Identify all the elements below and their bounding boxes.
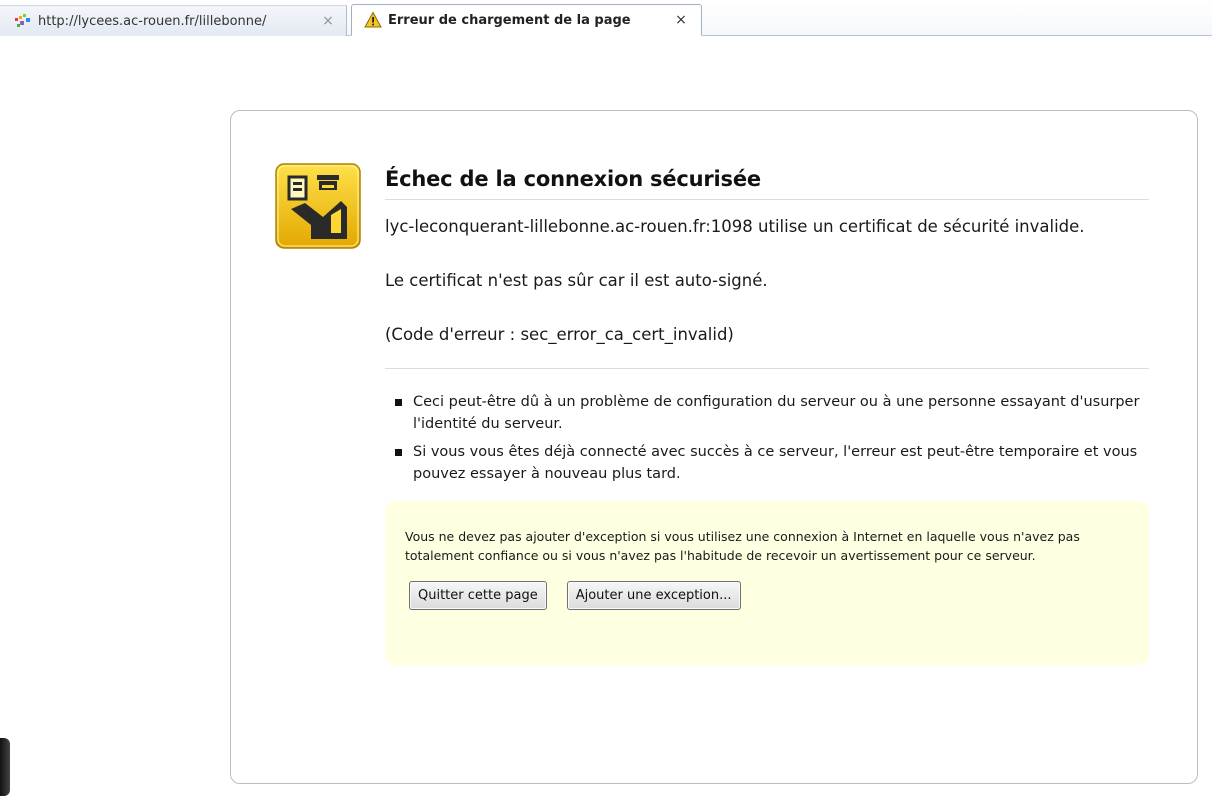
leave-page-button[interactable]: Quitter cette page bbox=[409, 581, 547, 610]
tab-close-icon[interactable]: × bbox=[673, 12, 689, 28]
tab-strip: http://lycees.ac-rouen.fr/lillebonne/ × … bbox=[0, 0, 1212, 36]
add-exception-button[interactable]: Ajouter une exception... bbox=[566, 581, 741, 610]
bullet-icon bbox=[395, 399, 402, 406]
screen-edge-shadow bbox=[0, 738, 10, 796]
error-reason: Le certificat n'est pas sûr car il est a… bbox=[385, 271, 768, 290]
tab-error-page[interactable]: Erreur de chargement de la page × bbox=[351, 4, 702, 36]
error-title: Échec de la connexion sécurisée bbox=[385, 167, 1149, 200]
list-item: Ceci peut-être dû à un problème de confi… bbox=[395, 391, 1149, 435]
tab-title: http://lycees.ac-rouen.fr/lillebonne/ bbox=[38, 13, 267, 29]
list-item-text: Si vous vous êtes déjà connecté avec suc… bbox=[413, 444, 1138, 482]
warning-icon bbox=[364, 11, 382, 29]
certificate-officer-icon bbox=[275, 163, 361, 249]
tab-lycees[interactable]: http://lycees.ac-rouen.fr/lillebonne/ × bbox=[0, 5, 347, 36]
error-code: (Code d'erreur : sec_error_ca_cert_inval… bbox=[385, 325, 734, 344]
error-panel: Échec de la connexion sécurisée lyc-leco… bbox=[230, 110, 1198, 784]
error-message: lyc-leconquerant-lillebonne.ac-rouen.fr:… bbox=[385, 217, 1085, 236]
error-content: Échec de la connexion sécurisée lyc-leco… bbox=[385, 167, 1149, 665]
site-favicon-icon bbox=[14, 12, 32, 30]
list-item-text: Ceci peut-être dû à un problème de confi… bbox=[413, 394, 1140, 432]
advice-list: Ceci peut-être dû à un problème de confi… bbox=[385, 391, 1149, 485]
exception-warning-text: Vous ne devez pas ajouter d'exception si… bbox=[405, 529, 1080, 563]
bullet-icon bbox=[395, 449, 402, 456]
divider bbox=[385, 368, 1149, 369]
button-row: Quitter cette page Ajouter une exception… bbox=[405, 581, 1129, 610]
tab-close-icon[interactable]: × bbox=[320, 13, 336, 29]
exception-warning-box: Vous ne devez pas ajouter d'exception si… bbox=[385, 501, 1149, 665]
list-item: Si vous vous êtes déjà connecté avec suc… bbox=[395, 441, 1149, 485]
tab-title: Erreur de chargement de la page bbox=[388, 12, 631, 28]
